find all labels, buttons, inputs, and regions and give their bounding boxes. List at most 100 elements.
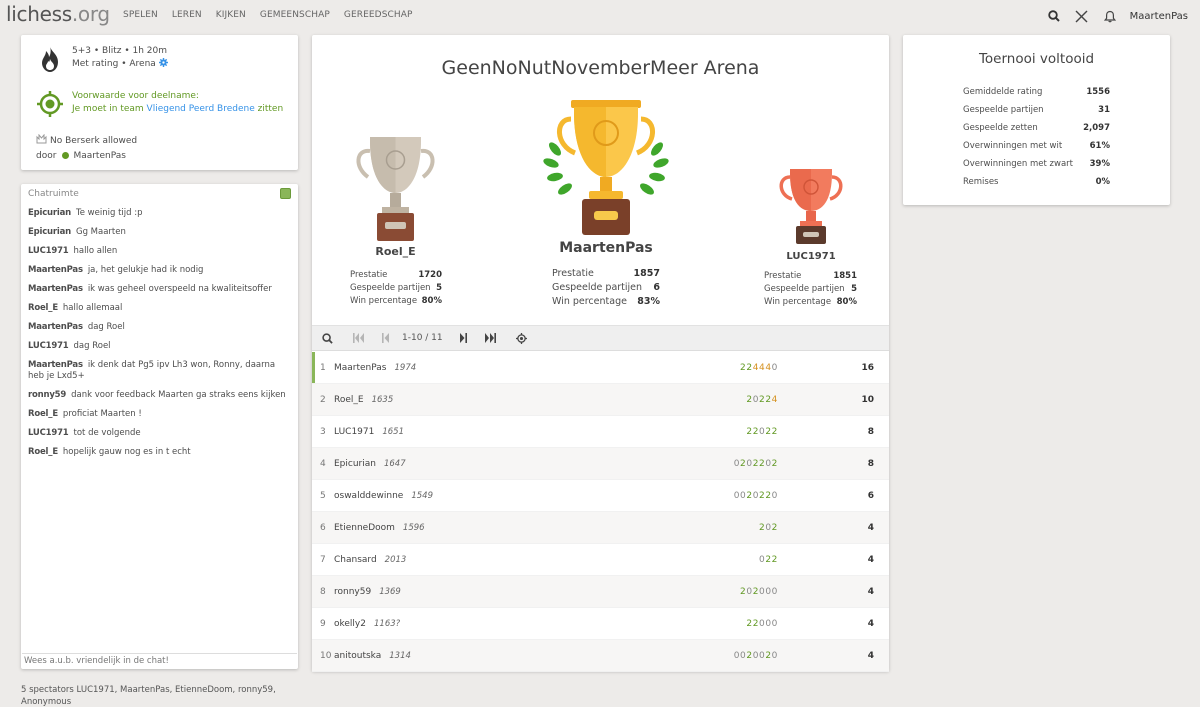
chat-username[interactable]: Epicurian [28,227,71,237]
chat-username[interactable]: MaartenPas [28,265,83,275]
next-page-icon[interactable] [451,325,475,351]
score-sheet: 0020220 [733,490,778,501]
berserk-text: No Berserk allowed [50,136,138,146]
player-name[interactable]: okelly2 [334,619,366,629]
player-name[interactable]: ronny59 [334,587,371,597]
stats-row: Overwinningen met zwart 39% [963,155,1110,173]
podium-first-name[interactable]: MaartenPas [541,240,671,256]
stat-value: 61% [1089,141,1110,151]
chat-toggle-checkbox[interactable] [280,188,291,199]
stat-label: Overwinningen met wit [963,141,1063,151]
gear-icon[interactable] [158,58,168,72]
standings-pager: 1-10 / 11 [312,325,889,351]
chat-text: dank voor feedback Maarten ga straks een… [71,390,286,400]
player-rating: 1549 [411,490,433,501]
standings-row[interactable]: 10 anitoutska 1314 0020020 4 [312,640,889,672]
player-rank: 7 [320,554,326,565]
standings-row[interactable]: 8 ronny59 1369 202000 4 [312,576,889,608]
chat-username[interactable]: Roel_E [28,409,58,419]
chat-message: MaartenPas ik was geheel overspeeld na kw… [28,284,293,295]
creator-link[interactable]: MaartenPas [73,151,126,161]
nav-tools[interactable]: GEREEDSCHAP [344,10,413,20]
stat-label: Gemiddelde rating [963,87,1043,97]
chat-username[interactable]: LUC1971 [28,246,69,256]
nav-play[interactable]: SPELEN [123,10,158,20]
swords-icon[interactable] [1068,10,1096,23]
user-menu[interactable]: MaartenPas [1124,11,1200,22]
chat-username[interactable]: MaartenPas [28,322,83,332]
podium-third-stats: Prestatie 1851 Gespeelde partijen 5 Win pe… [764,270,857,309]
player-rating: 1369 [379,586,401,597]
chat-username[interactable]: MaartenPas [28,360,83,370]
standings-row[interactable]: 6 EtienneDoom 1596 202 4 [312,512,889,544]
first-page-icon[interactable] [343,325,374,351]
player-name[interactable]: EtienneDoom [334,523,395,533]
chat-input[interactable]: Wees a.u.b. vriendelijk in de chat! [22,653,297,668]
chat-username[interactable]: MaartenPas [28,284,83,294]
chat-message: Roel_E proficiat Maarten ! [28,409,293,420]
search-player-icon[interactable] [312,325,343,351]
standings-row[interactable]: 4 Epicurian 1647 0202202 8 [312,448,889,480]
tournament-title: GeenNoNutNovemberMeer Arena [441,57,760,79]
player-cell: Epicurian 1647 [334,459,494,469]
last-page-icon[interactable] [475,325,506,351]
standings-row[interactable]: 9 okelly2 1163? 22000 4 [312,608,889,640]
player-rating: 2013 [384,554,407,565]
player-name[interactable]: Chansard [334,555,377,565]
player-cell: MaartenPas 1974 [334,363,494,373]
standings-row[interactable]: 3 LUC1971 1651 22022 8 [312,416,889,448]
player-name[interactable]: MaartenPas [334,363,387,373]
my-position-icon[interactable] [506,325,537,351]
nav-learn[interactable]: LEREN [172,10,202,20]
chat-username[interactable]: Roel_E [28,303,58,313]
player-rating: 1974 [394,362,417,373]
info-meta: No Berserk allowed door MaartenPas [36,133,138,163]
chat-message: LUC1971 hallo allen [28,246,293,257]
score-sheet: 202 [759,522,778,533]
bell-icon[interactable] [1096,10,1124,23]
player-score: 6 [867,490,874,501]
chat-username[interactable]: LUC1971 [28,341,69,351]
chat-username[interactable]: LUC1971 [28,428,69,438]
perf-value: 1720 [418,270,442,280]
standings-row[interactable]: 2 Roel_E 1635 20224 10 [312,384,889,416]
standings-row[interactable]: 1 MaartenPas 1974 224440 16 [312,352,889,384]
time-control: 5+3 • Blitz • 1h 20m [72,46,167,56]
chat-username[interactable]: Epicurian [28,208,71,218]
score-sheet: 022 [759,554,778,565]
player-rank: 5 [320,490,326,501]
condition-body: Je moet in team Vliegend Peerd Bredene z… [72,103,283,116]
nav-watch[interactable]: KIJKEN [216,10,246,20]
score-sheet: 20224 [746,394,778,405]
chat-username[interactable]: ronny59 [28,390,66,400]
player-name[interactable]: oswalddewinne [334,491,403,501]
search-icon[interactable] [1040,10,1068,22]
standings-row[interactable]: 7 Chansard 2013 022 4 [312,544,889,576]
team-link[interactable]: Vliegend Peerd Bredene [147,104,255,114]
player-name[interactable]: Roel_E [334,395,364,405]
tournament-stats: Toernooi voltooid Gemiddelde rating 1556 G… [903,35,1170,205]
podium-third-name[interactable]: LUC1971 [772,251,850,262]
player-name[interactable]: Epicurian [334,459,376,469]
stat-label: Gespeelde partijen [963,105,1044,115]
chat-message: LUC1971 tot de volgende [28,428,293,439]
standings-row[interactable]: 5 oswalddewinne 1549 0020220 6 [312,480,889,512]
podium-second-name[interactable]: Roel_E [348,245,443,258]
player-cell: Chansard 2013 [334,555,494,565]
player-cell: LUC1971 1651 [334,427,494,437]
target-icon [36,90,64,118]
chat-text: hallo allemaal [62,303,123,313]
player-name[interactable]: anitoutska [334,651,381,661]
nav-community[interactable]: GEMEENSCHAP [260,10,330,20]
prev-page-icon[interactable] [374,325,398,351]
perf-label: Prestatie [764,271,802,281]
player-cell: okelly2 1163? [334,619,494,629]
games-label: Gespeelde partijen [764,284,845,294]
chat-username[interactable]: Roel_E [28,447,58,457]
chat-message: Roel_E hopelijk gauw nog es in t echt [28,447,293,458]
standings-table: 1 MaartenPas 1974 224440 16 2 Roel_E 1635 20224 1… [312,352,889,672]
player-name[interactable]: LUC1971 [334,427,374,437]
site-logo[interactable]: lichess.org [6,2,110,26]
chat-message: MaartenPas ik denk dat Pg5 ipv Lh3 won, R… [28,360,293,382]
condition-text: Voorwaarde voor deelname: Je moet in tea… [72,90,283,116]
